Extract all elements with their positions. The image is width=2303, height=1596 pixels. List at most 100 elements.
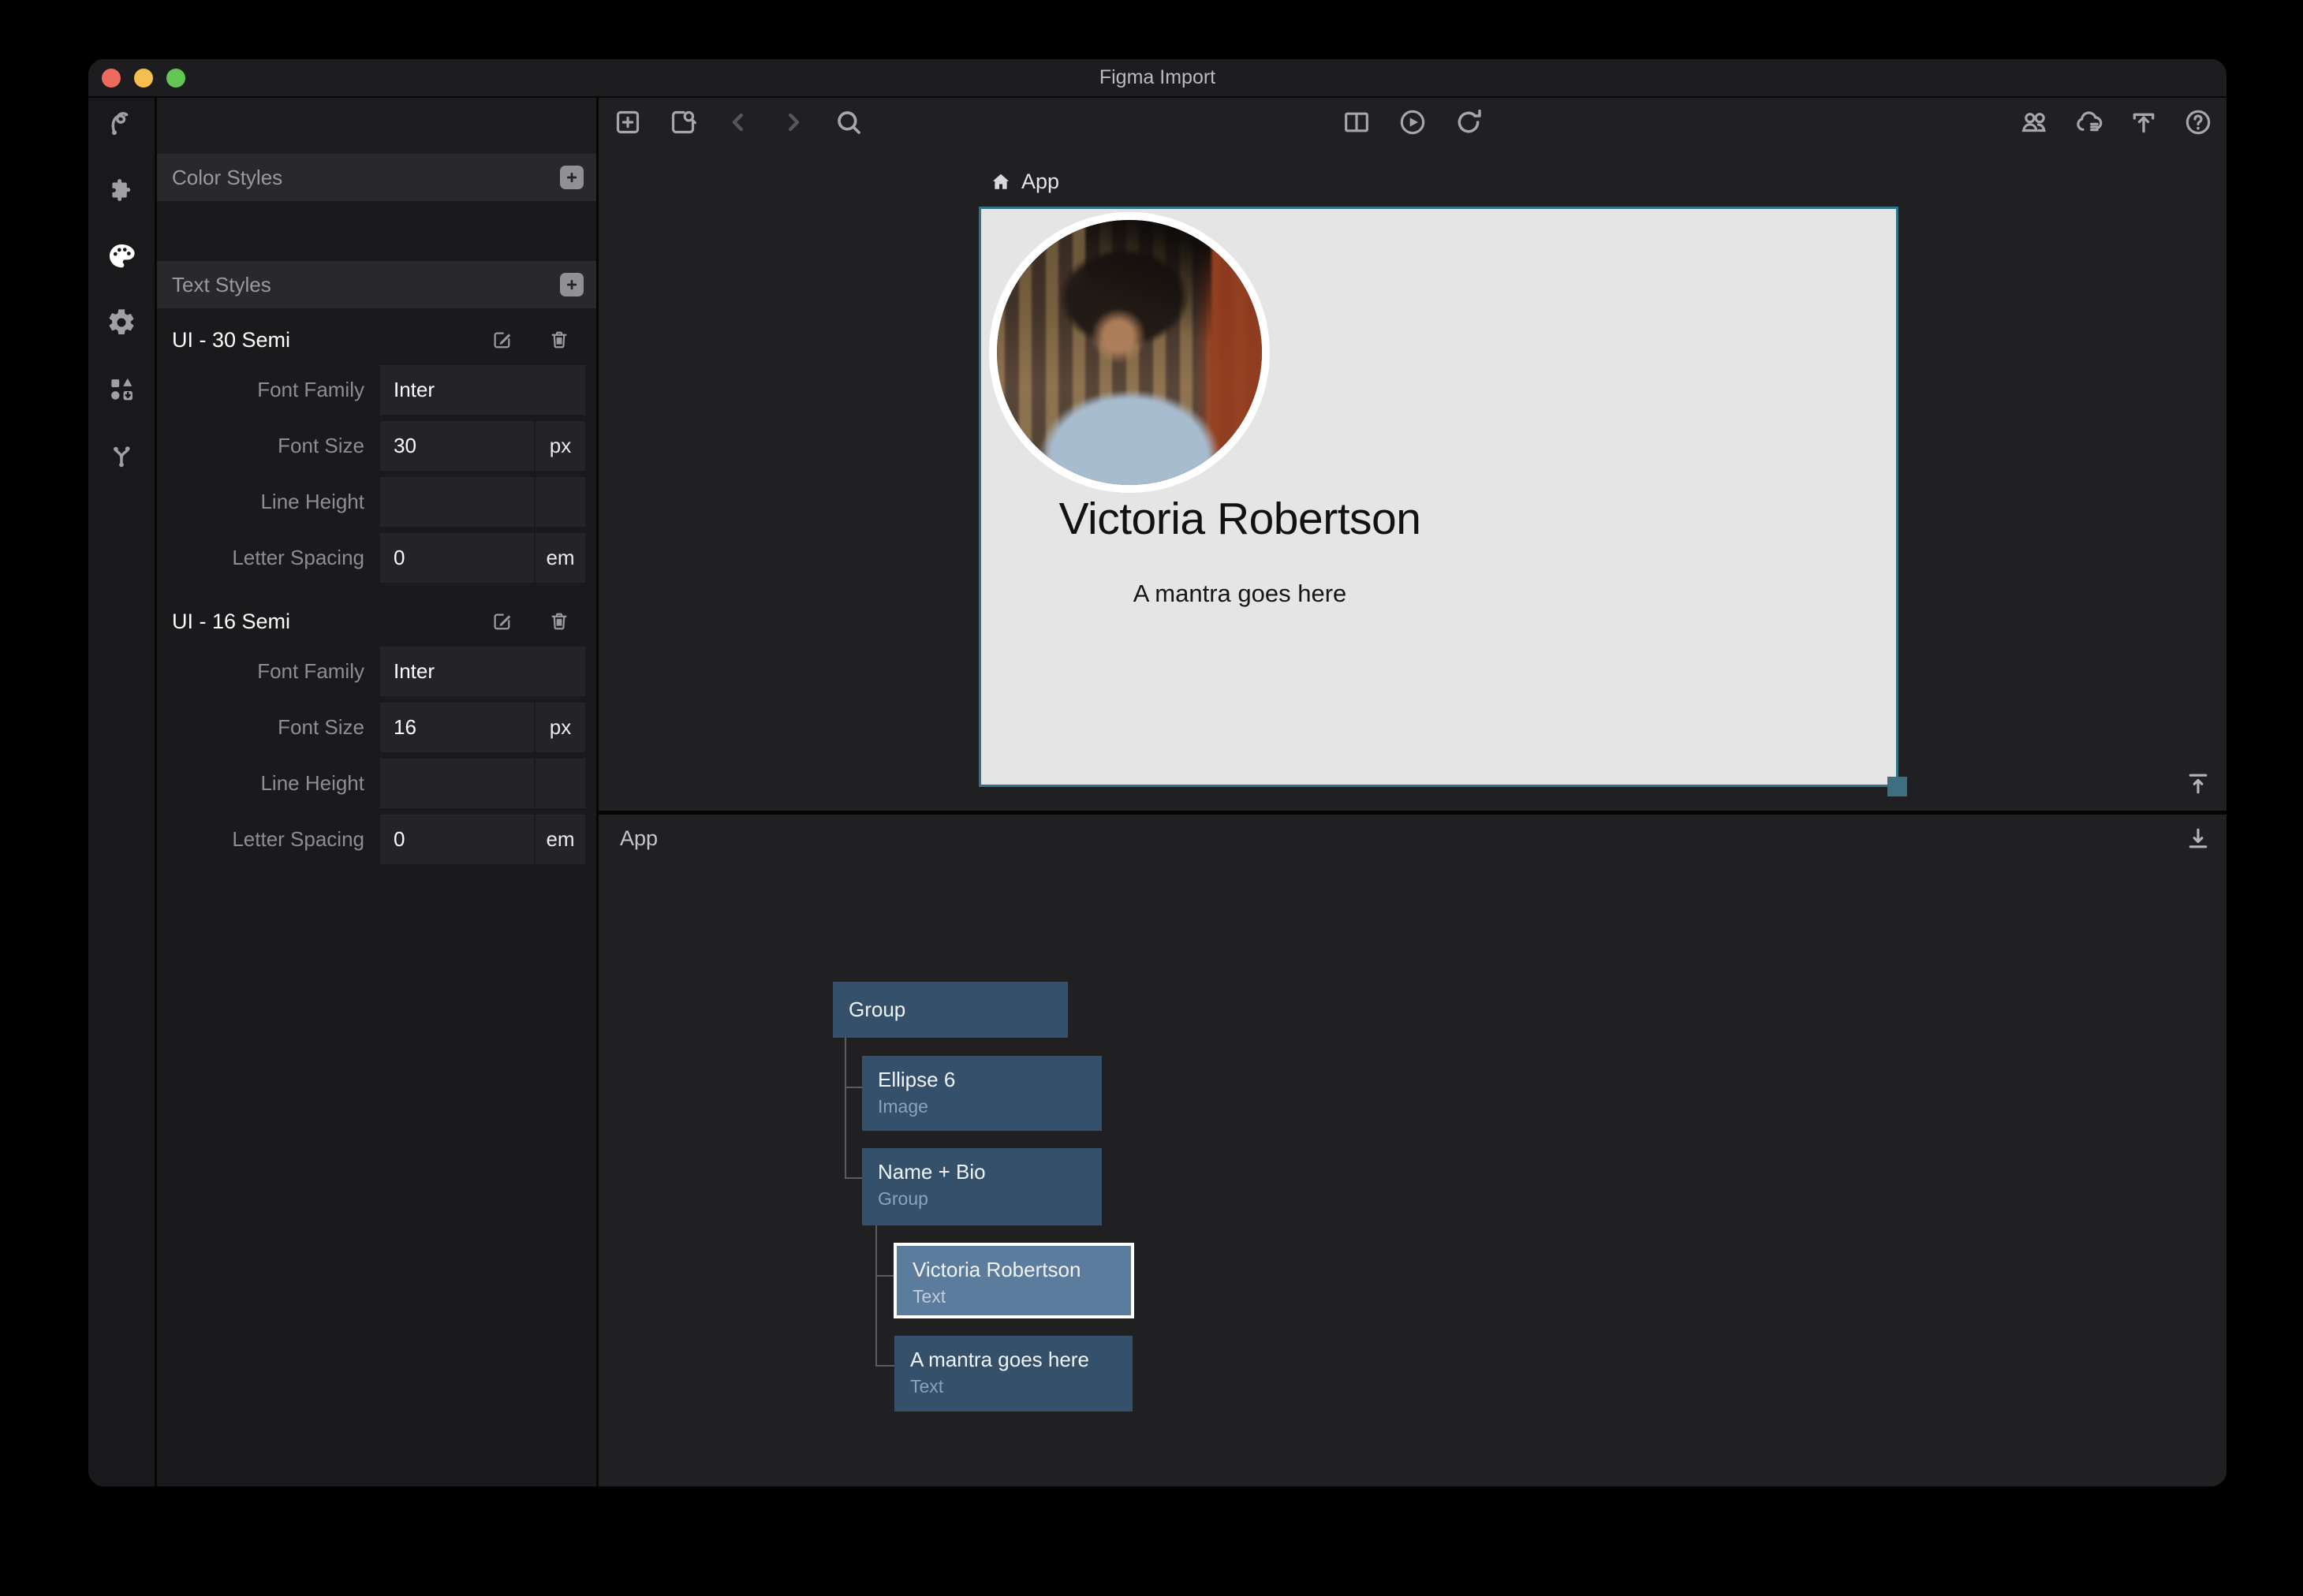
edit-style-icon[interactable] [489,326,516,353]
panel-spacer [157,98,596,154]
add-text-style-button[interactable] [560,273,584,296]
delete-style-icon[interactable] [546,608,573,635]
upload-icon[interactable] [2127,106,2160,139]
cloud-sync-icon[interactable] [2073,106,2106,139]
tree-connector [875,1365,894,1367]
nav-rail [88,98,157,1486]
plugins-puzzle-icon[interactable] [105,173,138,207]
node-subtitle: Text [913,1286,1115,1307]
color-styles-header: Color Styles [157,154,596,201]
font-size-row: Font Size 16 px [157,699,596,755]
tree-node-group[interactable]: Group [833,982,1068,1038]
font-size-row: Font Size 30 px [157,418,596,474]
field-label: Font Family [157,378,364,402]
font-size-unit[interactable]: px [536,703,585,752]
text-styles-header: Text Styles [157,261,596,308]
line-height-row: Line Height [157,755,596,811]
import-inspect-icon[interactable] [666,106,700,139]
selection-resize-handle[interactable] [1887,777,1907,796]
line-height-input[interactable] [380,477,534,527]
vector-path-icon[interactable] [105,107,138,140]
text-style-name: UI - 30 Semi [172,328,489,352]
profile-card-frame[interactable]: Victoria Robertson A mantra goes here [979,207,1898,787]
node-subtitle: Text [910,1376,1117,1397]
app-window: Figma Import [88,59,2226,1486]
tree-connector [875,1225,877,1367]
node-subtitle: Image [878,1096,1086,1117]
chrome: Color Styles Text Styles UI - 30 Semi [88,98,2226,1486]
delete-style-icon[interactable] [546,326,573,353]
team-icon[interactable] [2018,106,2051,139]
color-styles-list [157,201,596,261]
home-icon [989,170,1013,194]
letter-spacing-row: Letter Spacing 0 em [157,811,596,867]
tree-node-name-bio[interactable]: Name + Bio Group [862,1148,1102,1225]
text-style-row: UI - 16 Semi [157,599,596,643]
font-family-input[interactable]: Inter [380,365,585,415]
tree-connector [845,1038,846,1179]
letter-spacing-row: Letter Spacing 0 em [157,530,596,586]
text-styles-title: Text Styles [172,273,560,297]
toolbar-right-group [2018,106,2215,139]
font-family-row: Font Family Inter [157,643,596,699]
font-size-unit[interactable]: px [536,421,585,471]
canvas-pane: App Victoria Robertson A mantra goes her… [599,146,2226,811]
color-palette-icon[interactable] [105,240,138,273]
main-region: App Victoria Robertson A mantra goes her… [599,98,2226,1486]
letter-spacing-unit[interactable]: em [536,533,585,583]
split-view-icon[interactable] [1340,106,1373,139]
toolbar-center-group [1340,106,1485,139]
card-name-text[interactable]: Victoria Robertson [1059,493,1421,545]
field-label: Font Size [157,715,364,740]
tree-connector [875,1275,894,1277]
line-height-input[interactable] [380,759,534,808]
settings-gear-icon[interactable] [105,306,138,339]
letter-spacing-input[interactable]: 0 [380,533,534,583]
field-label: Letter Spacing [157,827,364,852]
tree-node-mantra[interactable]: A mantra goes here Text [894,1336,1133,1411]
help-icon[interactable] [2182,106,2215,139]
breadcrumb[interactable]: App [989,170,1059,194]
window-title: Figma Import [88,66,2226,89]
styles-panel: Color Styles Text Styles UI - 30 Semi [157,98,599,1486]
node-title: Victoria Robertson [913,1258,1115,1282]
text-styles-list: UI - 30 Semi Font Family [157,308,596,1486]
font-size-input[interactable]: 30 [380,421,534,471]
node-title: Group [849,998,905,1022]
text-style-row: UI - 30 Semi [157,318,596,362]
letter-spacing-input[interactable]: 0 [380,815,534,864]
add-frame-icon[interactable] [611,106,644,139]
edit-style-icon[interactable] [489,608,516,635]
font-family-row: Font Family Inter [157,362,596,418]
avatar[interactable] [989,212,1270,493]
field-label: Letter Spacing [157,546,364,570]
field-label: Line Height [157,490,364,514]
breadcrumb-label: App [1021,170,1059,194]
back-icon[interactable] [722,106,755,139]
letter-spacing-unit[interactable]: em [536,815,585,864]
tree-pane-label: App [620,826,658,851]
toolbar-left-group [611,106,865,139]
play-icon[interactable] [1396,106,1429,139]
line-height-unit[interactable] [536,759,585,808]
refresh-icon[interactable] [1452,106,1485,139]
line-height-unit[interactable] [536,477,585,527]
screen: Figma Import [0,0,2303,1596]
tree-node-victoria-selected[interactable]: Victoria Robertson Text [894,1243,1134,1318]
forward-icon[interactable] [777,106,810,139]
tree-connector [845,1177,862,1179]
collapse-down-icon[interactable] [2182,822,2215,855]
color-styles-title: Color Styles [172,166,560,190]
node-title: Ellipse 6 [878,1068,1086,1092]
title-bar: Figma Import [88,59,2226,98]
field-label: Line Height [157,771,364,796]
components-icon[interactable] [105,372,138,405]
tree-node-ellipse[interactable]: Ellipse 6 Image [862,1056,1102,1131]
font-size-input[interactable]: 16 [380,703,534,752]
search-icon[interactable] [832,106,865,139]
collapse-up-icon[interactable] [2182,767,2215,800]
card-mantra-text[interactable]: A mantra goes here [1133,580,1347,608]
branch-icon[interactable] [105,438,138,472]
add-color-style-button[interactable] [560,166,584,189]
font-family-input[interactable]: Inter [380,647,585,696]
